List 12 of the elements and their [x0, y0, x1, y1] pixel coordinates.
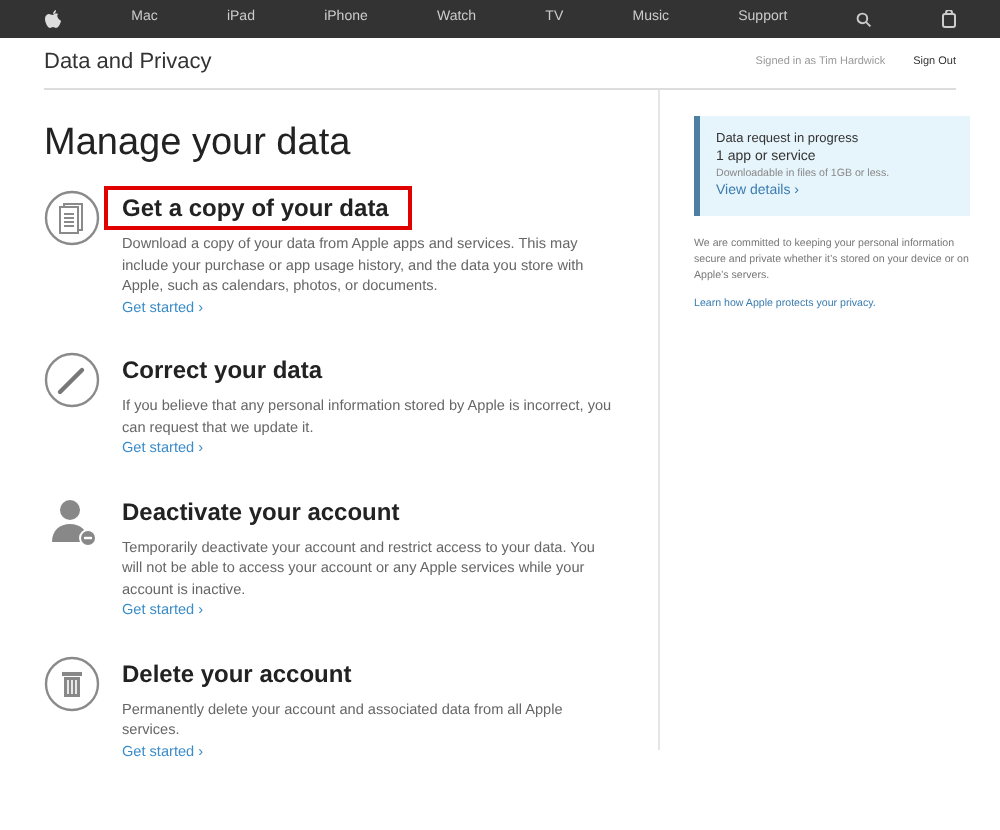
document-icon	[44, 190, 100, 246]
trash-icon	[44, 655, 100, 711]
apple-logo-icon[interactable]	[44, 9, 62, 29]
section-heading: Get a copy of your data	[104, 186, 413, 230]
page-title: Manage your data	[44, 124, 353, 162]
section-heading: Delete your account	[122, 657, 354, 691]
section-heading: Deactivate your account	[122, 495, 402, 529]
shopping-bag-icon[interactable]	[941, 10, 956, 28]
pencil-icon	[44, 352, 100, 408]
page-header-title: Data and Privacy	[44, 48, 212, 79]
section-heading: Correct your data	[122, 354, 325, 388]
search-icon[interactable]	[856, 11, 873, 27]
